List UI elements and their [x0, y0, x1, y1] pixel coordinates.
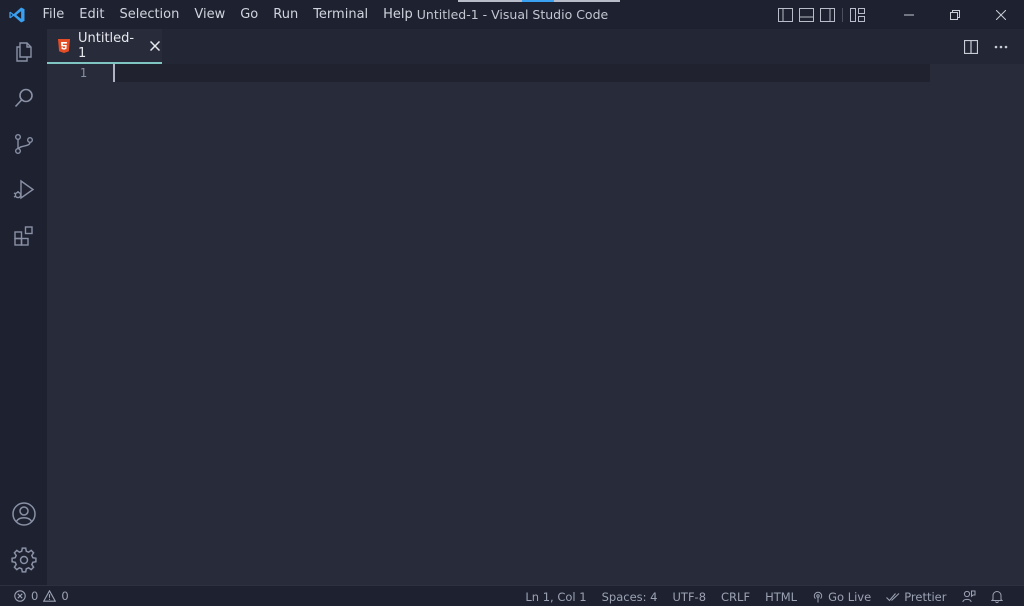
prettier-label: Prettier [904, 589, 947, 604]
problems-indicator[interactable]: 0 0 [14, 589, 69, 603]
settings-gear-icon[interactable] [0, 537, 47, 583]
more-actions-icon[interactable] [990, 36, 1012, 58]
double-check-icon [886, 592, 900, 602]
editor-area[interactable]: 1 [47, 64, 1024, 585]
feedback-icon[interactable] [954, 586, 983, 606]
broadcast-icon [812, 591, 824, 603]
close-window-button[interactable] [978, 0, 1024, 29]
language-mode[interactable]: HTML [758, 586, 805, 606]
split-editor-icon[interactable] [960, 36, 982, 58]
end-of-line-setting[interactable]: CRLF [714, 586, 758, 606]
status-bar-right: Ln 1, Col 1 Spaces: 4 UTF-8 CRLF HTML Go… [518, 586, 1010, 606]
toggle-panel-icon[interactable] [796, 0, 817, 29]
title-separator [842, 7, 843, 22]
error-count: 0 [31, 589, 39, 603]
toggle-primary-sidebar-icon[interactable] [775, 0, 796, 29]
menu-run[interactable]: Run [266, 0, 306, 29]
status-bar: 0 0 Ln 1, Col 1 Spaces: 4 UTF-8 CRLF HTM… [0, 585, 1024, 606]
text-cursor [113, 64, 115, 82]
prettier-button[interactable]: Prettier [879, 586, 954, 606]
extensions-icon[interactable] [0, 213, 47, 259]
editor-actions [960, 29, 1012, 64]
menu-go[interactable]: Go [233, 0, 266, 29]
menu-terminal[interactable]: Terminal [306, 0, 376, 29]
tab-label: Untitled-1 [78, 30, 135, 61]
customize-layout-icon[interactable] [847, 0, 868, 29]
search-icon[interactable] [0, 75, 47, 121]
activity-bar [0, 29, 47, 585]
minimize-button[interactable] [886, 0, 932, 29]
indentation-setting[interactable]: Spaces: 4 [594, 586, 665, 606]
explorer-icon[interactable] [0, 29, 47, 75]
accounts-icon[interactable] [0, 491, 47, 537]
warning-icon [43, 590, 57, 602]
menu-file[interactable]: File [35, 0, 72, 29]
run-and-debug-icon[interactable] [0, 167, 47, 213]
current-line-highlight [113, 64, 930, 82]
menu-edit[interactable]: Edit [72, 0, 112, 29]
warning-count: 0 [61, 589, 69, 603]
go-live-button[interactable]: Go Live [805, 586, 879, 606]
encoding-setting[interactable]: UTF-8 [665, 586, 714, 606]
toggle-secondary-sidebar-icon[interactable] [817, 0, 838, 29]
go-live-label: Go Live [828, 589, 872, 604]
restore-button[interactable] [932, 0, 978, 29]
title-bar: File Edit Selection View Go Run Terminal… [0, 0, 1024, 29]
line-number: 1 [79, 66, 87, 80]
window-title: Untitled-1 - Visual Studio Code [416, 7, 609, 22]
error-icon [14, 590, 26, 602]
menu-view[interactable]: View [187, 0, 233, 29]
menu-bar: File Edit Selection View Go Run Terminal… [35, 0, 420, 29]
title-bar-controls [775, 0, 1024, 29]
html5-icon [58, 38, 70, 53]
cursor-position[interactable]: Ln 1, Col 1 [518, 586, 594, 606]
close-tab-icon[interactable] [149, 39, 162, 53]
menu-selection[interactable]: Selection [112, 0, 187, 29]
notifications-bell-icon[interactable] [983, 586, 1010, 606]
editor-tab-bar: Untitled-1 [47, 29, 1024, 64]
source-control-icon[interactable] [0, 121, 47, 167]
vscode-logo-icon [2, 0, 32, 29]
tab-untitled-1[interactable]: Untitled-1 [47, 29, 162, 64]
